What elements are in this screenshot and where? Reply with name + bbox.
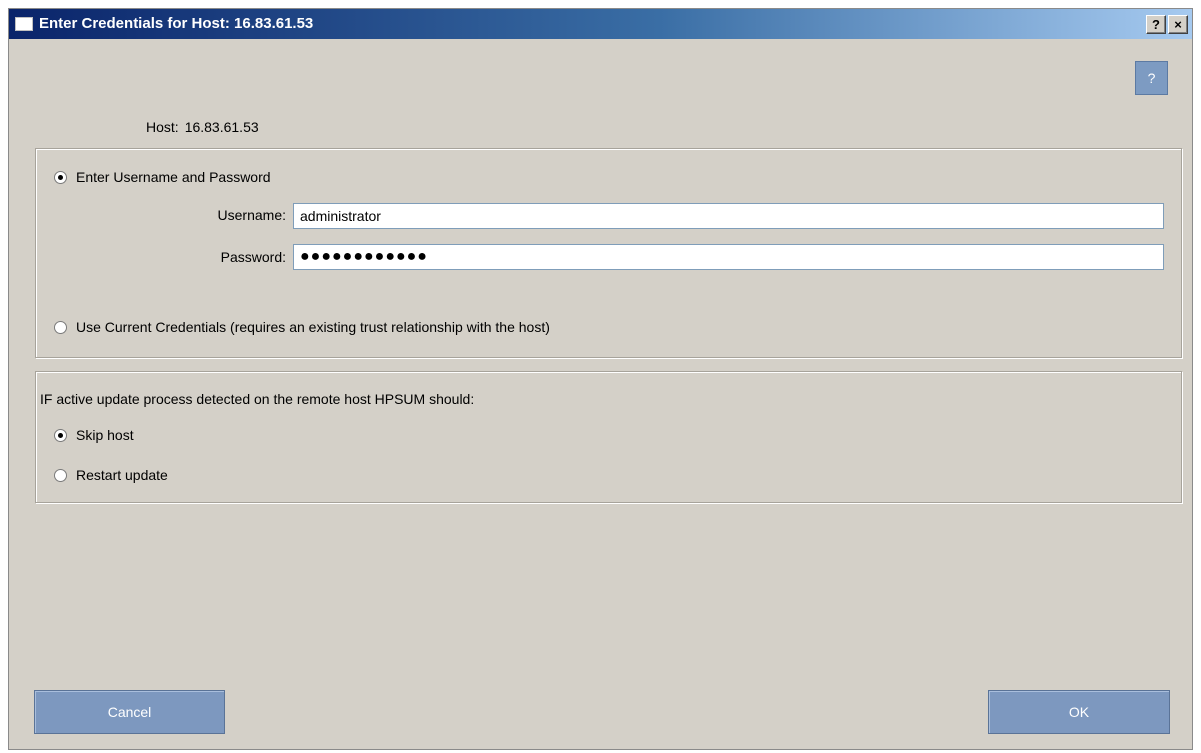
help-icon: ? (1152, 17, 1160, 32)
help-button[interactable]: ? (1135, 61, 1168, 95)
radio-button-icon[interactable] (54, 170, 67, 184)
radio-restart-update[interactable]: Restart update (54, 467, 168, 483)
help-icon: ? (1147, 70, 1156, 86)
radio-label: Use Current Credentials (requires an exi… (76, 319, 550, 335)
radio-use-current-credentials[interactable]: Use Current Credentials (requires an exi… (54, 319, 550, 335)
username-label: Username: (217, 207, 286, 223)
cancel-button[interactable]: Cancel (34, 690, 225, 734)
credentials-group: Enter Username and Password Username: Pa… (35, 148, 1182, 358)
title-bar[interactable]: Enter Credentials for Host: 16.83.61.53 … (9, 9, 1192, 39)
host-info: Host: 16.83.61.53 (146, 119, 259, 135)
close-button[interactable]: × (1168, 15, 1188, 34)
ok-button-label: OK (1068, 704, 1090, 720)
window-title: Enter Credentials for Host: 16.83.61.53 (39, 15, 314, 32)
radio-label: Skip host (76, 427, 134, 443)
password-field[interactable]: ●●●●●●●●●●●● (293, 244, 1164, 270)
password-label: Password: (220, 249, 286, 265)
radio-label: Enter Username and Password (76, 169, 271, 185)
radio-button-icon[interactable] (54, 320, 67, 334)
radio-enter-username-password[interactable]: Enter Username and Password (54, 169, 271, 185)
radio-label: Restart update (76, 467, 168, 483)
window-icon (15, 17, 33, 31)
update-policy-prompt: IF active update process detected on the… (40, 391, 475, 407)
radio-button-icon[interactable] (54, 428, 67, 442)
close-icon: × (1174, 17, 1182, 32)
username-field[interactable] (293, 203, 1164, 229)
update-policy-group: IF active update process detected on the… (35, 371, 1182, 503)
titlebar-help-button[interactable]: ? (1146, 15, 1166, 34)
password-mask: ●●●●●●●●●●●● (300, 248, 428, 265)
host-value: 16.83.61.53 (184, 119, 259, 135)
ok-button[interactable]: OK (988, 690, 1170, 734)
host-label: Host: (146, 119, 179, 135)
cancel-button-label: Cancel (107, 704, 152, 720)
radio-skip-host[interactable]: Skip host (54, 427, 134, 443)
credentials-dialog: Enter Credentials for Host: 16.83.61.53 … (8, 8, 1193, 750)
radio-button-icon[interactable] (54, 468, 67, 482)
